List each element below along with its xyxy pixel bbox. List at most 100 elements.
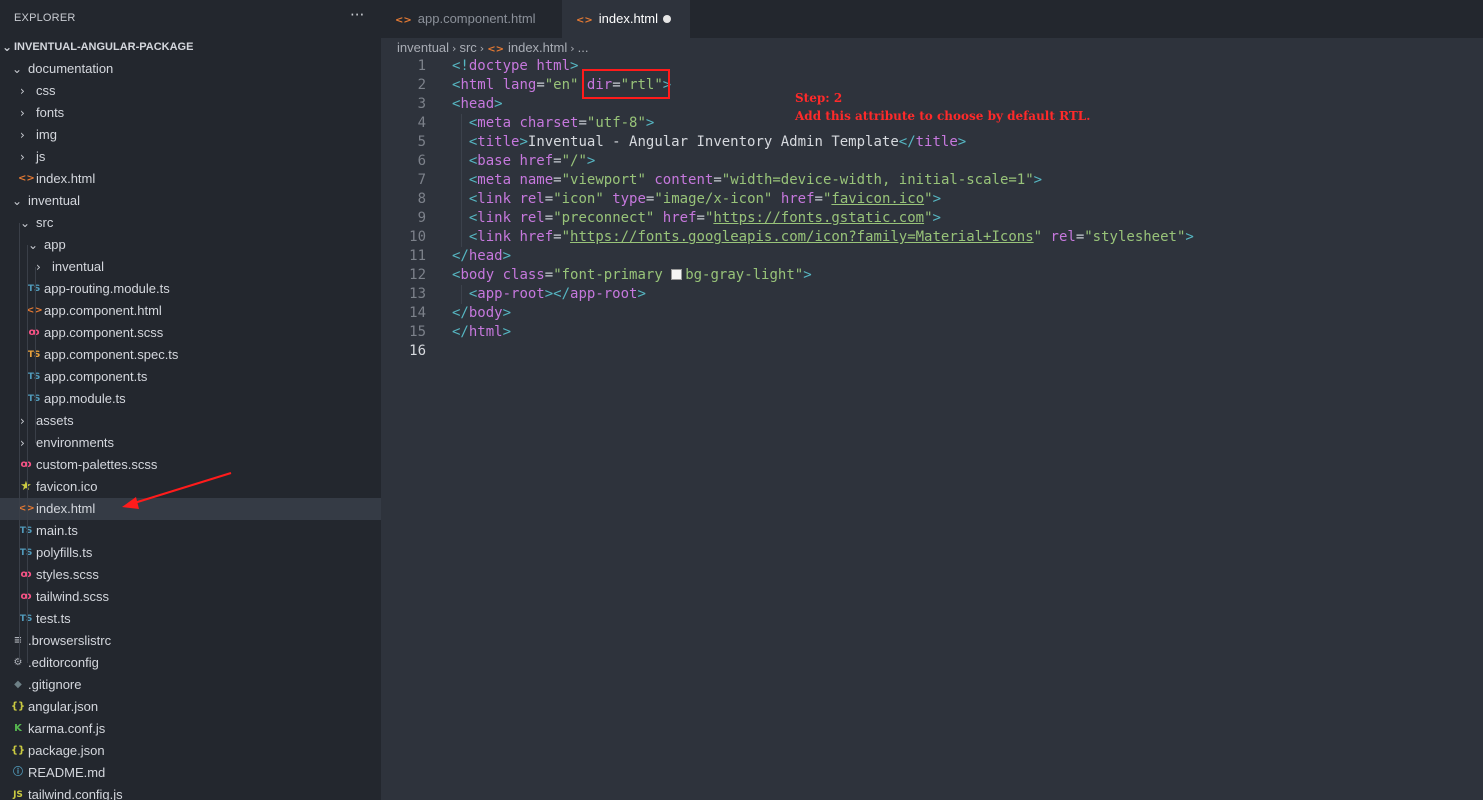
breadcrumb-item[interactable]: src [459, 40, 476, 55]
unsaved-dot-icon[interactable] [663, 15, 671, 23]
file-item[interactable]: TS app.module.ts [0, 388, 381, 410]
tree-item-label: fonts [36, 105, 65, 120]
file-item[interactable]: ⚙ .editorconfig [0, 652, 381, 674]
tree-item-label: assets [36, 413, 74, 428]
code-line-3: <head> [452, 96, 503, 112]
file-item[interactable]: <>index.html [0, 168, 381, 190]
chevron-down-icon[interactable]: ⌄ [20, 212, 30, 234]
code-editor[interactable]: 1 2 3 4 5 6 7 8 9 10 11 12 13 14 15 16 <!doctype html> … [381, 57, 1483, 800]
chevron-down-icon[interactable]: ⌄ [12, 190, 22, 212]
line-number: 9 [417, 210, 426, 226]
html-icon: <> [26, 300, 43, 322]
file-item[interactable]: ◆ .gitignore [0, 674, 381, 696]
chevron-right-icon[interactable]: › [20, 102, 25, 124]
line-number: 3 [417, 96, 426, 112]
file-item[interactable]: TS main.ts [0, 520, 381, 542]
annotation-step: Step: 2 [795, 91, 843, 105]
code-line-11: </head> [452, 248, 512, 264]
gear-icon: ⚙ [13, 657, 23, 668]
file-item[interactable]: ꝏ app.component.scss [0, 322, 381, 344]
sass-icon: ꝏ [28, 327, 40, 338]
json-icon: {} [10, 701, 26, 712]
tree-item-label: README.md [28, 765, 106, 780]
tree-item-label: .editorconfig [28, 655, 99, 670]
folder-item[interactable]: › assets [0, 410, 381, 432]
file-item[interactable]: ꝏ tailwind.scss [0, 586, 381, 608]
file-item[interactable]: TS polyfills.ts [0, 542, 381, 564]
folder-item[interactable]: ⌄ INVENTUAL-ANGULAR-PACKAGE [0, 36, 381, 58]
file-item[interactable]: ★ favicon.ico [0, 476, 381, 498]
chevron-right-icon[interactable]: › [20, 124, 25, 146]
code-line-1: <!doctype html> [452, 58, 579, 74]
line-number: 5 [417, 134, 426, 150]
tab-app-component-html[interactable]: <> app.component.html [381, 0, 561, 38]
breadcrumb: inventual › src › <> index.html ›... [397, 39, 588, 57]
highlight-box [582, 69, 670, 99]
breadcrumb-item[interactable]: inventual [397, 40, 449, 55]
chevron-right-icon[interactable]: › [20, 146, 25, 168]
line-number: 13 [409, 286, 426, 302]
folder-item[interactable]: › js [0, 146, 381, 168]
file-item[interactable]: JS tailwind.config.js [0, 784, 381, 800]
file-item[interactable]: <>app.component.html [0, 300, 381, 322]
line-number: 7 [417, 172, 426, 188]
chevron-right-icon[interactable]: › [20, 432, 25, 454]
code-line-4: <meta charset="utf-8"> [468, 115, 655, 131]
tree-indent-guide [19, 223, 20, 663]
code-line-7: <meta name="viewport" content="width=dev… [468, 172, 1043, 188]
file-item[interactable]: ≡ .browserslistrc [0, 630, 381, 652]
breadcrumb-item[interactable]: ... [578, 40, 589, 55]
karma-icon: K [14, 723, 22, 734]
file-item[interactable]: Kkarma.conf.js [0, 718, 381, 740]
tree-item-label: polyfills.ts [36, 545, 93, 560]
file-item[interactable]: {} package.json [0, 740, 381, 762]
code-line-15: </html> [452, 324, 512, 340]
explorer-sidebar: EXPLORER ··· ⌄ INVENTUAL-ANGULAR-PACKAGE ⌄… [0, 0, 381, 800]
folder-item[interactable]: › environments [0, 432, 381, 454]
line-number: 15 [409, 324, 426, 340]
html-icon: <> [576, 15, 593, 26]
chevron-right-icon: › [479, 42, 485, 55]
line-number: 2 [417, 77, 426, 93]
folder-item[interactable]: › img [0, 124, 381, 146]
code-line-9: <link rel="preconnect" href="https://fon… [468, 210, 941, 226]
sass-icon: ꝏ [20, 591, 32, 602]
chevron-right-icon[interactable]: › [20, 80, 25, 102]
color-swatch-icon[interactable] [671, 269, 683, 280]
tree-item-label: app.module.ts [44, 391, 126, 406]
file-item[interactable]: TS app.component.spec.ts [0, 344, 381, 366]
file-item[interactable]: TS app-routing.module.ts [0, 278, 381, 300]
breadcrumb-item[interactable]: index.html [508, 40, 567, 55]
annotation-note: Step: 2 Add this attribute to choose by … [795, 89, 1090, 125]
file-item[interactable]: ⓘ README.md [0, 762, 381, 784]
folder-item[interactable]: › fonts [0, 102, 381, 124]
file-item[interactable]: TS test.ts [0, 608, 381, 630]
chevron-right-icon[interactable]: › [20, 410, 25, 432]
folder-item[interactable]: › inventual [0, 256, 381, 278]
chevron-down-icon[interactable]: ⌄ [12, 58, 22, 80]
tree-item-label: .gitignore [28, 677, 82, 692]
folder-item[interactable]: ⌄ src [0, 212, 381, 234]
folder-item[interactable]: ⌄ app [0, 234, 381, 256]
file-item[interactable]: {} angular.json [0, 696, 381, 718]
tab-index-html[interactable]: <> index.html [562, 0, 690, 38]
file-item[interactable]: TS app.component.ts [0, 366, 381, 388]
folder-item[interactable]: › css [0, 80, 381, 102]
chevron-down-icon[interactable]: ⌄ [2, 36, 12, 58]
chevron-down-icon[interactable]: ⌄ [28, 234, 38, 256]
tree-item-label: app-routing.module.ts [44, 281, 170, 296]
tree-item-label: karma.conf.js [28, 721, 106, 736]
file-item[interactable]: ꝏ custom-palettes.scss [0, 454, 381, 476]
tree-item-label: js [36, 149, 46, 164]
folder-item[interactable]: ⌄ inventual [0, 190, 381, 212]
tree-item-label: src [36, 215, 54, 230]
folder-item[interactable]: ⌄ documentation [0, 58, 381, 80]
line-number: 14 [409, 305, 426, 321]
chevron-right-icon: › [452, 42, 457, 55]
file-item[interactable]: <>index.html [0, 498, 381, 520]
tree-item-label: angular.json [28, 699, 99, 714]
more-actions-icon[interactable]: ··· [350, 6, 364, 24]
file-item[interactable]: ꝏ styles.scss [0, 564, 381, 586]
chevron-right-icon[interactable]: › [36, 256, 41, 278]
tree-item-label: img [36, 127, 57, 142]
